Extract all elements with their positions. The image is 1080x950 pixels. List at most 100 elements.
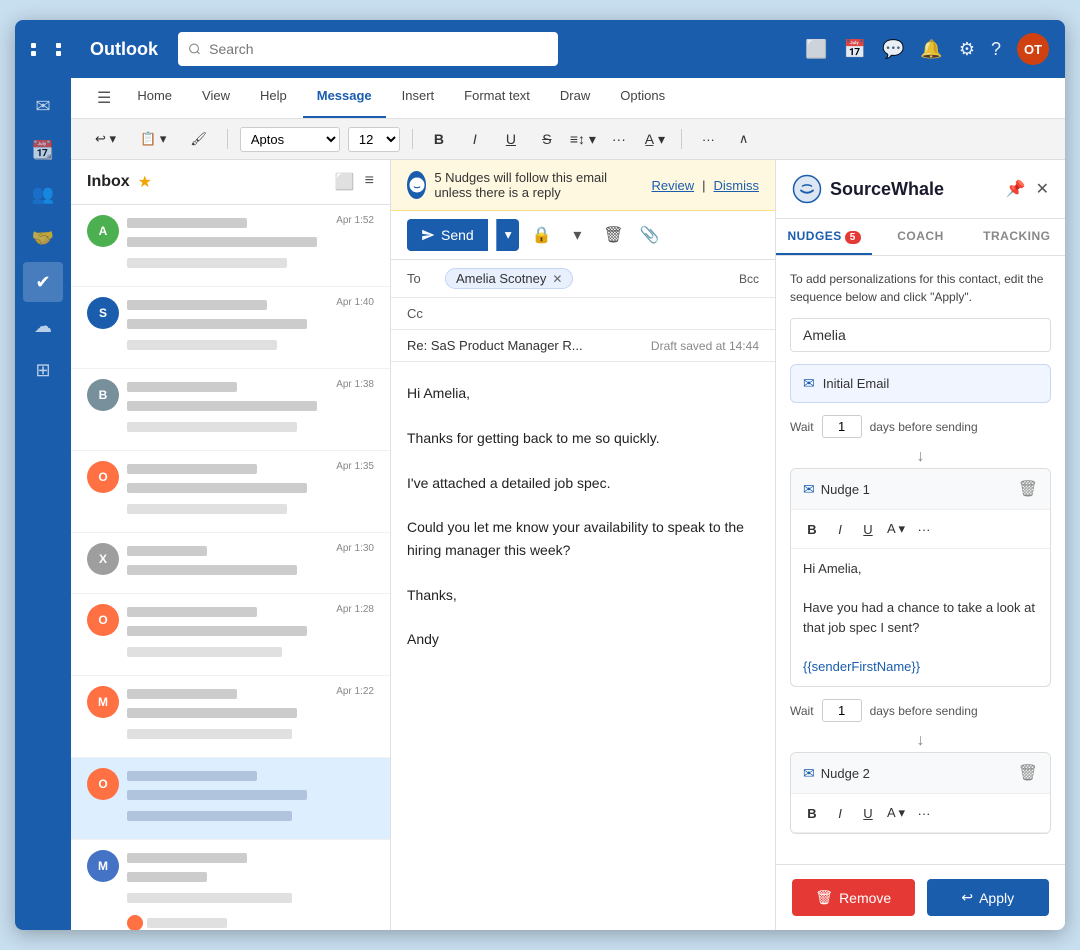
undo-btn[interactable]: ↩ ▾ [87, 127, 124, 151]
nudge-1-body[interactable]: Hi Amelia, Have you had a chance to take… [791, 549, 1050, 686]
list-item[interactable]: A Apr 1:52 [71, 205, 390, 287]
delete-draft-icon[interactable]: 🗑 [599, 221, 627, 249]
font-select[interactable]: Aptos [240, 127, 340, 152]
remove-button[interactable]: 🗑 Remove [792, 879, 915, 916]
list-item[interactable]: X Apr 1:30 [71, 533, 390, 594]
nav-onedrive-icon[interactable]: ☁ [23, 306, 63, 346]
sw-body: To add personalizations for this contact… [776, 256, 1065, 864]
nav-contacts-icon[interactable]: 👥 [23, 174, 63, 214]
email-sender [127, 382, 237, 392]
nudge-2-card: ✉ Nudge 2 🗑 B I U A ▾ ··· [790, 752, 1051, 834]
nudge-underline-btn[interactable]: U [855, 516, 881, 542]
nav-apps-icon[interactable]: ⊞ [23, 350, 63, 390]
strikethrough-btn[interactable]: S [533, 125, 561, 153]
compose-body[interactable]: Hi Amelia, Thanks for getting back to me… [391, 362, 775, 930]
list-item[interactable]: O Apr 1:35 [71, 451, 390, 533]
list-item[interactable]: M [71, 840, 390, 930]
italic-btn[interactable]: I [461, 125, 489, 153]
sw-tab-coach[interactable]: COACH [872, 219, 968, 255]
nudge-2-delete-icon[interactable]: 🗑 [1018, 763, 1038, 783]
inbox-view-icon[interactable]: ⬜ [335, 172, 355, 192]
list-item[interactable]: M Apr 1:22 [71, 676, 390, 758]
tab-draw[interactable]: Draw [546, 78, 604, 118]
list-item[interactable]: B Apr 1:38 [71, 369, 390, 451]
nudge2-bold-btn[interactable]: B [799, 800, 825, 826]
sw-tab-nudges[interactable]: NUDGES5 [776, 219, 872, 255]
overflow-btn[interactable]: ··· [694, 128, 723, 151]
clipboard-btn[interactable]: 📋 ▾ [132, 127, 174, 151]
app-grid-icon[interactable] [31, 43, 78, 56]
calendar-icon[interactable]: 📅 [844, 39, 866, 60]
review-link[interactable]: Review [651, 178, 694, 193]
wait-days-input-2[interactable] [822, 699, 862, 722]
chat-icon[interactable]: 💬 [882, 39, 904, 60]
help-icon[interactable]: ? [991, 39, 1001, 60]
email-list: Inbox ★ ⬜ ≡ A [71, 160, 391, 930]
arrow-down-2: ↓ [790, 732, 1051, 750]
collapse-ribbon-btn[interactable]: ∧ [731, 127, 757, 151]
nudge2-more-btn[interactable]: ··· [911, 800, 937, 826]
underline-btn[interactable]: U [497, 125, 525, 153]
nav-groups-icon[interactable]: 🤝 [23, 218, 63, 258]
bold-btn[interactable]: B [425, 125, 453, 153]
format-painter-btn[interactable]: 🖌 [182, 127, 215, 151]
recipient-chip[interactable]: Amelia Scotney ✕ [445, 268, 573, 289]
tab-help[interactable]: Help [246, 78, 301, 118]
menu-button[interactable]: ☰ [87, 78, 121, 118]
video-icon[interactable]: ⬜ [805, 39, 827, 60]
tab-home[interactable]: Home [123, 78, 186, 118]
inbox-filter-icon[interactable]: ≡ [365, 172, 374, 192]
nav-email-icon[interactable]: ✉ [23, 86, 63, 126]
wait-label-2: Wait [790, 704, 814, 718]
wait-days-input-1[interactable] [822, 415, 862, 438]
nav-calendar-nav-icon[interactable]: 📆 [23, 130, 63, 170]
nudge2-color-btn[interactable]: A ▾ [883, 800, 909, 826]
dismiss-link[interactable]: Dismiss [714, 178, 760, 193]
tab-message[interactable]: Message [303, 78, 386, 118]
email-subject [127, 708, 297, 718]
search-bar[interactable] [178, 32, 558, 66]
sw-tab-tracking[interactable]: TRACKING [969, 219, 1065, 255]
nudge-1-delete-icon[interactable]: 🗑 [1018, 479, 1038, 499]
bell-icon[interactable]: 🔔 [920, 39, 942, 60]
user-avatar[interactable]: OT [1017, 33, 1049, 65]
remove-recipient-icon[interactable]: ✕ [552, 272, 562, 286]
search-input[interactable] [209, 41, 548, 57]
security-icon[interactable]: 🔒 [527, 221, 555, 249]
nudge2-italic-btn[interactable]: I [827, 800, 853, 826]
personalization-name-input[interactable] [790, 318, 1051, 352]
settings-icon[interactable]: ⚙ [959, 39, 975, 60]
tab-format-text[interactable]: Format text [450, 78, 544, 118]
nudge-italic-btn[interactable]: I [827, 516, 853, 542]
apply-icon: ↩ [961, 889, 973, 906]
send-button[interactable]: Send [407, 219, 488, 251]
font-size-select[interactable]: 12 [348, 127, 400, 152]
bcc-button[interactable]: Bcc [739, 272, 759, 286]
tab-insert[interactable]: Insert [388, 78, 449, 118]
send-dropdown-button[interactable]: ▾ [496, 219, 520, 251]
tab-options[interactable]: Options [606, 78, 679, 118]
nudge2-underline-btn[interactable]: U [855, 800, 881, 826]
nudge-color-btn[interactable]: A ▾ [883, 516, 909, 542]
avatar: B [87, 379, 119, 411]
avatar: O [87, 461, 119, 493]
nudge-bold-btn[interactable]: B [799, 516, 825, 542]
attach-icon[interactable]: 📎 [635, 221, 663, 249]
list-item[interactable]: O Apr 1:28 [71, 594, 390, 676]
close-icon[interactable]: ✕ [1036, 179, 1049, 199]
nudge-1-greeting: Hi Amelia, [803, 559, 1038, 579]
pin-icon[interactable]: 📌 [1006, 179, 1026, 199]
encrypt-dropdown-icon[interactable]: ▾ [563, 221, 591, 249]
avatar: O [87, 604, 119, 636]
apply-button[interactable]: ↩ Apply [927, 879, 1050, 916]
list-item[interactable]: O [71, 758, 390, 840]
indent-btn[interactable]: ≡↕ ▾ [569, 125, 597, 153]
highlight-btn[interactable]: A̲ ▾ [641, 125, 669, 153]
tab-view[interactable]: View [188, 78, 244, 118]
email-subject [127, 483, 307, 493]
list-item[interactable]: S Apr 1:40 [71, 287, 390, 369]
nav-tasks-icon[interactable]: ✔ [23, 262, 63, 302]
more-format-btn[interactable]: ··· [605, 125, 633, 153]
divider-1 [227, 129, 228, 149]
nudge-more-btn[interactable]: ··· [911, 516, 937, 542]
